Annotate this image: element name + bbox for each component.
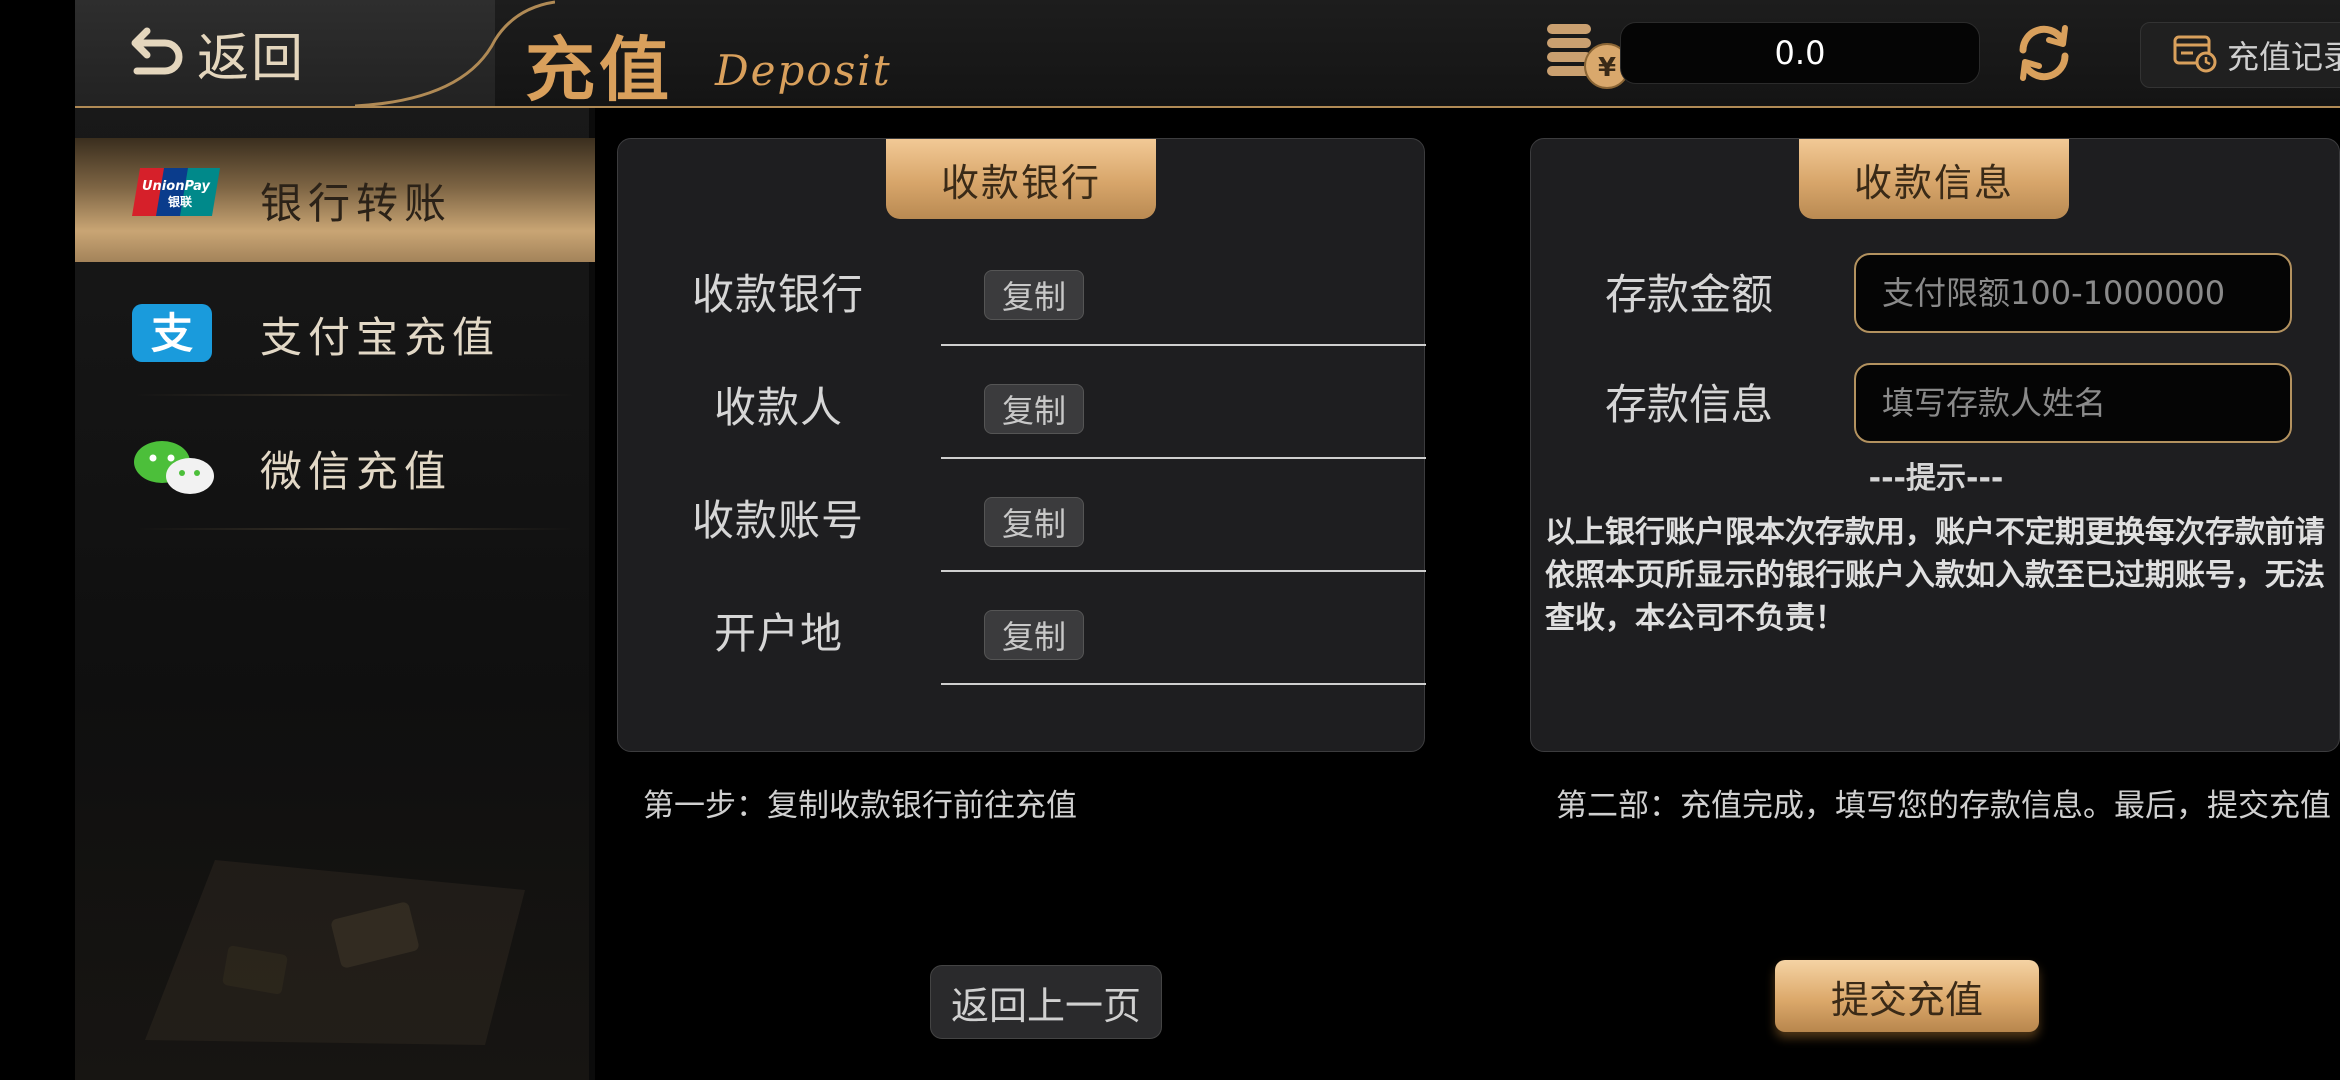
account-number-value-line bbox=[941, 570, 1426, 572]
branch-location-value-line bbox=[941, 683, 1426, 685]
sidebar-divider bbox=[135, 394, 575, 396]
account-number-label: 收款账号 bbox=[692, 496, 865, 545]
records-label: 充值记录 bbox=[2226, 38, 2340, 76]
alipay-icon: 支 bbox=[130, 304, 220, 364]
payment-method-sidebar: UnionPay 银联 银行转账 支 支付宝充值 微信充值 bbox=[75, 108, 595, 1080]
step-two-text: 第二部：充值完成，填写您的存款信息。最后，提交充值 bbox=[1556, 788, 2331, 824]
deposit-amount-input[interactable] bbox=[1854, 253, 2292, 333]
branch-location-label: 开户地 bbox=[714, 609, 844, 658]
deposit-records-button[interactable]: 充值记录 bbox=[2140, 22, 2340, 88]
back-previous-page-button[interactable]: 返回上一页 bbox=[930, 965, 1162, 1039]
balance-value: 0.0 bbox=[1774, 34, 1826, 72]
sidebar-divider bbox=[135, 528, 575, 530]
payee-value-line bbox=[941, 457, 1426, 459]
records-icon bbox=[2173, 33, 2217, 77]
poker-table-decoration bbox=[145, 860, 525, 1045]
svg-text:¥: ¥ bbox=[1598, 53, 1616, 83]
svg-text:支: 支 bbox=[151, 309, 193, 358]
page-title: 充值 bbox=[525, 28, 673, 111]
payee-label: 收款人 bbox=[714, 383, 844, 432]
sidebar-item-label: 支付宝充值 bbox=[260, 312, 501, 362]
back-arrow-icon bbox=[125, 23, 185, 83]
svg-text:UnionPay: UnionPay bbox=[142, 179, 211, 194]
refresh-icon[interactable] bbox=[2013, 22, 2075, 88]
sidebar-item-bank-transfer[interactable]: UnionPay 银联 银行转账 bbox=[75, 138, 595, 262]
depositor-name-input[interactable] bbox=[1854, 363, 2292, 443]
copy-bank-name-button[interactable]: 复制 bbox=[984, 270, 1084, 320]
step-one-text: 第一步：复制收款银行前往充值 bbox=[643, 788, 1077, 824]
svg-text:银联: 银联 bbox=[168, 194, 192, 209]
unionpay-icon: UnionPay 银联 bbox=[130, 168, 220, 228]
back-label: 返回 bbox=[197, 28, 306, 89]
bank-name-value-line bbox=[941, 344, 1426, 346]
wechat-icon bbox=[130, 438, 220, 498]
page-subtitle: Deposit bbox=[715, 46, 892, 95]
left-black-strip bbox=[0, 0, 75, 1080]
sidebar-item-wechat[interactable]: 微信充值 bbox=[75, 406, 595, 530]
copy-payee-button[interactable]: 复制 bbox=[984, 384, 1084, 434]
deposit-info-tab: 收款信息 bbox=[1799, 139, 2069, 219]
copy-branch-location-button[interactable]: 复制 bbox=[984, 610, 1084, 660]
sidebar-item-label: 银行转账 bbox=[260, 178, 453, 228]
sidebar-item-alipay[interactable]: 支 支付宝充值 bbox=[75, 272, 595, 396]
depositor-info-label: 存款信息 bbox=[1605, 380, 1774, 429]
deposit-amount-label: 存款金额 bbox=[1605, 270, 1774, 319]
hint-title: ---提示--- bbox=[1868, 461, 2004, 496]
receiving-bank-tab: 收款银行 bbox=[886, 139, 1156, 219]
deposit-info-panel: 收款信息 存款金额 存款信息 ---提示--- 以上银行账户限本次存款用，账户不… bbox=[1530, 138, 2340, 752]
copy-account-number-button[interactable]: 复制 bbox=[984, 497, 1084, 547]
hint-text: 以上银行账户限本次存款用，账户不定期更换每次存款前请依照本页所显示的银行账户入款… bbox=[1545, 515, 2325, 636]
bank-name-label: 收款银行 bbox=[692, 270, 865, 319]
top-header: 返回 充值 Deposit ¥ 0.0 充值记录 bbox=[75, 0, 2340, 111]
submit-deposit-button[interactable]: 提交充值 bbox=[1775, 960, 2039, 1032]
receiving-bank-panel: 收款银行 收款银行 复制 收款人 复制 收款账号 复制 开户地 复制 bbox=[617, 138, 1426, 752]
balance-display: 0.0 bbox=[1620, 22, 1980, 84]
sidebar-item-label: 微信充值 bbox=[260, 446, 453, 496]
back-button[interactable]: 返回 bbox=[125, 18, 306, 89]
